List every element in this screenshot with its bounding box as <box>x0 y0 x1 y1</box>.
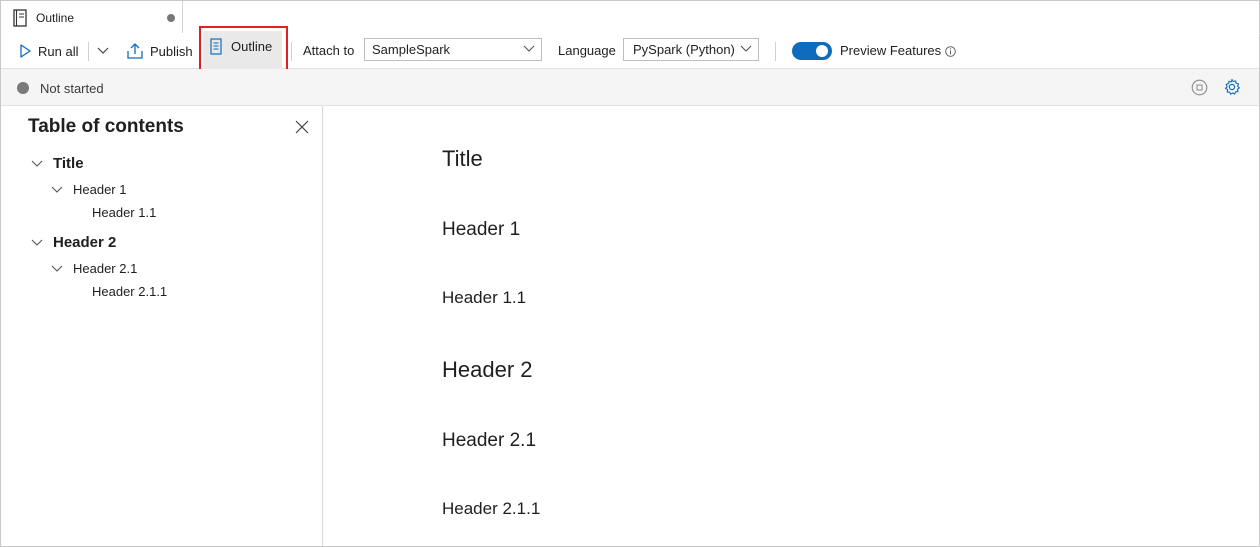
run-all-button[interactable]: Run all <box>18 33 78 69</box>
chevron-down-icon[interactable] <box>31 239 43 247</box>
chevron-down-icon <box>97 47 109 54</box>
preview-features-label: Preview Features <box>840 43 942 58</box>
language-value: PySpark (Python) <box>633 42 735 57</box>
toc-item-label: Header 2.1.1 <box>92 284 168 299</box>
publish-icon <box>127 43 143 59</box>
tab-outline[interactable]: Outline <box>1 1 183 34</box>
info-icon[interactable] <box>945 46 956 57</box>
chevron-down-icon[interactable] <box>51 186 63 194</box>
heading-header-2-1: Header 2.1 <box>442 430 537 451</box>
tab-bar: Outline <box>1 1 1260 34</box>
heading-title: Title <box>442 146 483 171</box>
publish-label: Publish <box>150 43 193 59</box>
attach-to-select[interactable]: SampleSpark <box>364 38 542 61</box>
status-indicator-icon <box>17 82 29 94</box>
toolbar: Run all Publish Attach to SampleSpark La… <box>1 33 1259 69</box>
language-select[interactable]: PySpark (Python) <box>623 38 759 61</box>
run-options-dropdown[interactable] <box>96 33 116 69</box>
toc-item-label: Header 2 <box>53 234 117 251</box>
toc-item-header-2-1-1[interactable]: Header 2.1.1 <box>92 284 167 299</box>
toc-item-label: Header 1 <box>73 182 127 197</box>
unsaved-changes-dot-icon[interactable] <box>167 14 175 22</box>
toolbar-separator <box>291 42 292 61</box>
play-icon <box>20 44 31 58</box>
close-icon[interactable] <box>295 120 309 134</box>
notebook-icon <box>13 9 27 27</box>
status-bar: Not started <box>1 69 1259 106</box>
toc-item-label: Header 1.1 <box>92 205 157 220</box>
heading-header-2: Header 2 <box>442 357 533 382</box>
toc-item-header-1[interactable]: Header 1 <box>51 182 126 197</box>
table-of-contents-panel: Table of contents Title Header 1 Header … <box>1 106 323 546</box>
chevron-down-icon <box>523 45 535 52</box>
toc-item-label: Title <box>53 155 84 172</box>
outline-button[interactable]: Outline <box>199 26 288 74</box>
chevron-down-icon[interactable] <box>51 265 63 273</box>
heading-header-1: Header 1 <box>442 219 521 240</box>
chevron-down-icon <box>740 45 752 52</box>
toc-item-header-2[interactable]: Header 2 <box>31 234 116 251</box>
status-text: Not started <box>40 81 104 96</box>
toolbar-separator <box>775 42 776 61</box>
chevron-down-icon[interactable] <box>31 160 43 168</box>
run-all-label: Run all <box>38 43 79 59</box>
heading-header-2-1-1: Header 2.1.1 <box>442 499 541 518</box>
heading-header-1-1: Header 1.1 <box>442 288 527 307</box>
stop-session-icon[interactable] <box>1191 79 1208 96</box>
toc-title: Table of contents <box>28 116 184 137</box>
attach-to-label: Attach to <box>303 43 355 58</box>
highlight-box <box>199 26 288 74</box>
toggle-knob <box>816 45 828 57</box>
toc-item-header-2-1[interactable]: Header 2.1 <box>51 261 137 276</box>
gear-icon[interactable] <box>1223 78 1241 96</box>
attach-to-value: SampleSpark <box>372 42 451 57</box>
language-label: Language <box>558 43 616 58</box>
notebook-content: Title Header 1 Header 1.1 Header 2 Heade… <box>324 106 1259 546</box>
toc-item-header-1-1[interactable]: Header 1.1 <box>92 205 156 220</box>
toc-item-title[interactable]: Title <box>31 155 84 172</box>
preview-features-toggle[interactable] <box>792 42 832 60</box>
toolbar-separator <box>88 42 89 61</box>
publish-button[interactable]: Publish <box>126 33 193 69</box>
tab-title: Outline <box>36 11 75 25</box>
toc-item-label: Header 2.1 <box>73 261 138 276</box>
